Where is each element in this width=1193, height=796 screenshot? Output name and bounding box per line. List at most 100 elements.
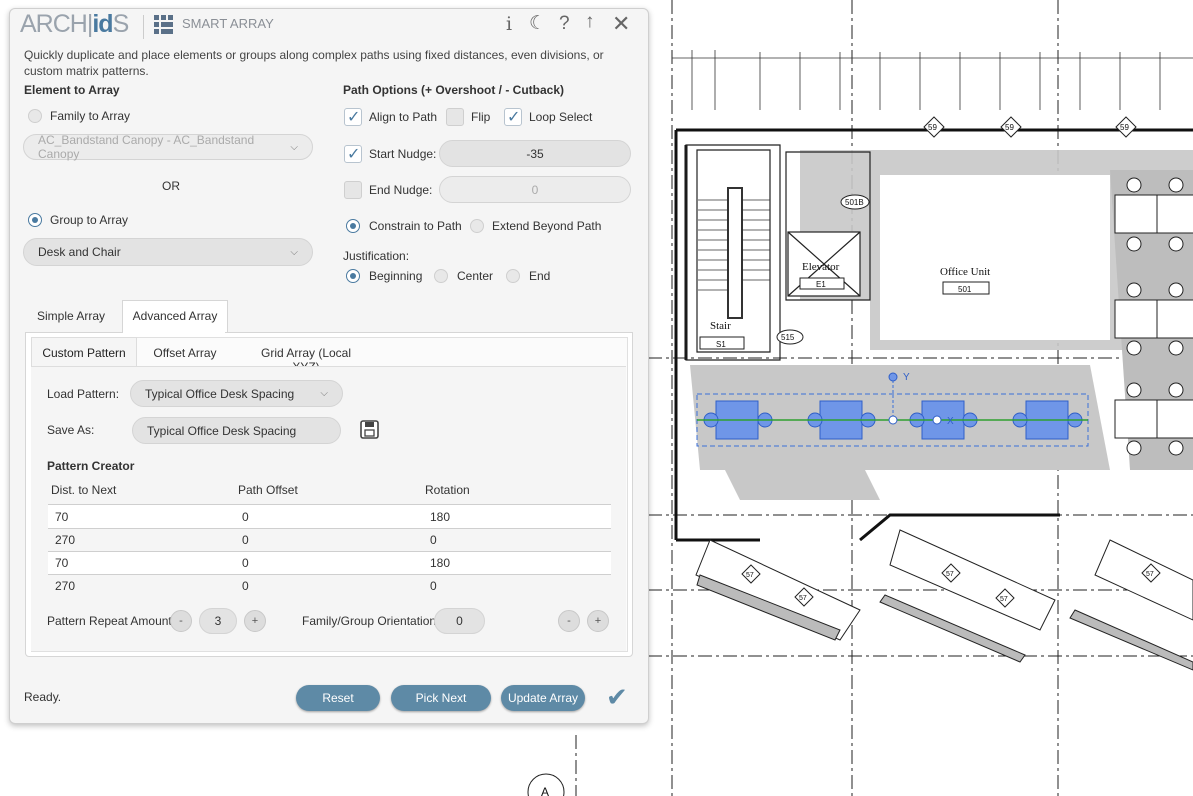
end-nudge-value: 0	[531, 182, 539, 197]
flip-label: Flip	[471, 110, 491, 124]
constrain-label: Constrain to Path	[369, 219, 462, 233]
family-label: Family to Array	[50, 109, 131, 123]
group-select[interactable]: Desk and Chair ⌵	[23, 238, 313, 266]
table-row[interactable]	[48, 505, 611, 528]
row2-rotation[interactable]: 0	[430, 533, 437, 547]
update-array-button[interactable]: Update Array	[501, 685, 585, 711]
extend-radio[interactable]	[470, 219, 484, 233]
logo-strong: id	[92, 10, 113, 38]
app-description: Quickly duplicate and place elements or …	[24, 48, 604, 78]
justify-center-radio[interactable]	[434, 269, 448, 283]
status-text: Ready.	[24, 690, 62, 704]
group-label: Group to Array	[50, 213, 129, 227]
group-select-value: Desk and Chair	[38, 245, 121, 259]
extend-label: Extend Beyond Path	[492, 219, 602, 233]
load-pattern-value: Typical Office Desk Spacing	[145, 386, 295, 401]
row2-offset[interactable]: 0	[242, 533, 249, 547]
room-tag-515: 515	[781, 333, 795, 342]
row4-rotation[interactable]: 0	[430, 579, 437, 593]
justify-end-label: End	[529, 269, 551, 283]
info-icon[interactable]: i	[506, 13, 512, 35]
tag-57-b: 57	[799, 595, 807, 602]
row1-offset[interactable]: 0	[242, 510, 249, 524]
tab-advanced-label: Advanced Array	[132, 309, 218, 323]
repeat-increment-button[interactable]: +	[244, 610, 266, 632]
archids-logo: ARCH|idS	[20, 10, 129, 39]
repeat-decrement-button[interactable]: -	[170, 610, 192, 632]
pick-next-button[interactable]: Pick Next	[391, 685, 491, 711]
tab-offset-array[interactable]: Offset Array	[150, 346, 220, 360]
header-divider	[143, 15, 144, 39]
grid-bubble-a: A	[541, 785, 549, 796]
row-add-button[interactable]: +	[587, 610, 609, 632]
orientation-input[interactable]: 0	[434, 608, 485, 634]
help-icon[interactable]: ?	[559, 13, 570, 35]
pattern-creator-heading: Pattern Creator	[47, 459, 135, 473]
window-tag-59-b: 59	[1005, 123, 1014, 132]
table-row[interactable]	[48, 552, 611, 574]
tab-advanced-array[interactable]: Advanced Array	[122, 300, 228, 334]
row4-offset[interactable]: 0	[242, 579, 249, 593]
col-offset-header: Path Offset	[238, 483, 298, 497]
orientation-value: 0	[456, 614, 463, 628]
smart-array-panel: ARCH|idS SMART ARRAY i ☾ ? ↑ ✕ Quickly d…	[9, 8, 649, 724]
row4-dist[interactable]: 270	[55, 579, 75, 593]
elevator-tag: E1	[816, 280, 826, 289]
justify-beginning-label: Beginning	[369, 269, 423, 283]
save-as-label: Save As:	[47, 423, 95, 437]
row1-dist[interactable]: 70	[55, 510, 68, 524]
justify-center-label: Center	[457, 269, 494, 283]
start-nudge-input[interactable]: -35	[439, 140, 631, 167]
tag-57-e: 57	[1146, 571, 1154, 578]
table-row[interactable]	[48, 575, 611, 597]
align-checkbox[interactable]	[344, 107, 362, 127]
window-tag-59-a: 59	[928, 123, 937, 132]
tab-simple-array[interactable]: Simple Array	[30, 309, 112, 323]
row2-dist[interactable]: 270	[55, 533, 75, 547]
col-dist-header: Dist. to Next	[51, 483, 117, 497]
row3-dist[interactable]: 70	[55, 556, 68, 570]
repeat-label: Pattern Repeat Amount:	[47, 614, 176, 628]
end-nudge-checkbox[interactable]	[344, 181, 362, 199]
tab-custom-pattern[interactable]: Custom Pattern	[31, 337, 137, 368]
checkmark-icon[interactable]: ✔	[606, 683, 628, 713]
group-radio[interactable]	[28, 213, 42, 227]
save-as-input[interactable]: Typical Office Desk Spacing	[132, 417, 341, 444]
loop-checkbox[interactable]	[504, 107, 522, 127]
reset-button[interactable]: Reset	[296, 685, 380, 711]
tag-57-a: 57	[746, 572, 754, 579]
office-unit-label: Office Unit	[940, 266, 990, 278]
loop-label: Loop Select	[529, 110, 593, 124]
grid-app-icon	[154, 15, 173, 34]
flip-checkbox[interactable]	[446, 108, 464, 126]
arrow-up-icon[interactable]: ↑	[585, 11, 595, 33]
justify-beginning-radio[interactable]	[346, 269, 360, 283]
table-row[interactable]	[48, 529, 611, 551]
row1-rotation[interactable]: 180	[430, 510, 450, 524]
constrain-radio[interactable]	[346, 219, 360, 233]
repeat-input[interactable]: 3	[199, 608, 237, 634]
align-label: Align to Path	[369, 110, 438, 124]
element-heading: Element to Array	[24, 83, 120, 97]
justify-end-radio[interactable]	[506, 269, 520, 283]
or-label: OR	[162, 179, 180, 193]
end-nudge-input[interactable]: 0	[439, 176, 631, 203]
load-pattern-select[interactable]: Typical Office Desk Spacing ⌵	[130, 380, 343, 407]
family-select[interactable]: AC_Bandstand Canopy - AC_Bandstand Canop…	[23, 133, 313, 161]
end-nudge-label: End Nudge:	[369, 183, 433, 197]
save-icon[interactable]	[360, 420, 380, 440]
logo-prefix: ARCH|	[20, 10, 93, 38]
close-icon[interactable]: ✕	[612, 11, 630, 37]
row3-rotation[interactable]: 180	[430, 556, 450, 570]
start-nudge-checkbox[interactable]	[344, 144, 362, 164]
moon-icon[interactable]: ☾	[529, 12, 546, 35]
row3-offset[interactable]: 0	[242, 556, 249, 570]
row-remove-button[interactable]: -	[558, 610, 580, 632]
room-tag-501b: 501B	[845, 198, 864, 207]
family-radio[interactable]	[28, 109, 42, 123]
family-select-value: AC_Bandstand Canopy - AC_Bandstand Canop…	[38, 133, 255, 161]
justification-label: Justification:	[343, 249, 410, 263]
axis-x-label: X	[947, 416, 954, 427]
tab-joint	[123, 331, 225, 334]
chevron-down-icon: ⌵	[320, 388, 328, 399]
